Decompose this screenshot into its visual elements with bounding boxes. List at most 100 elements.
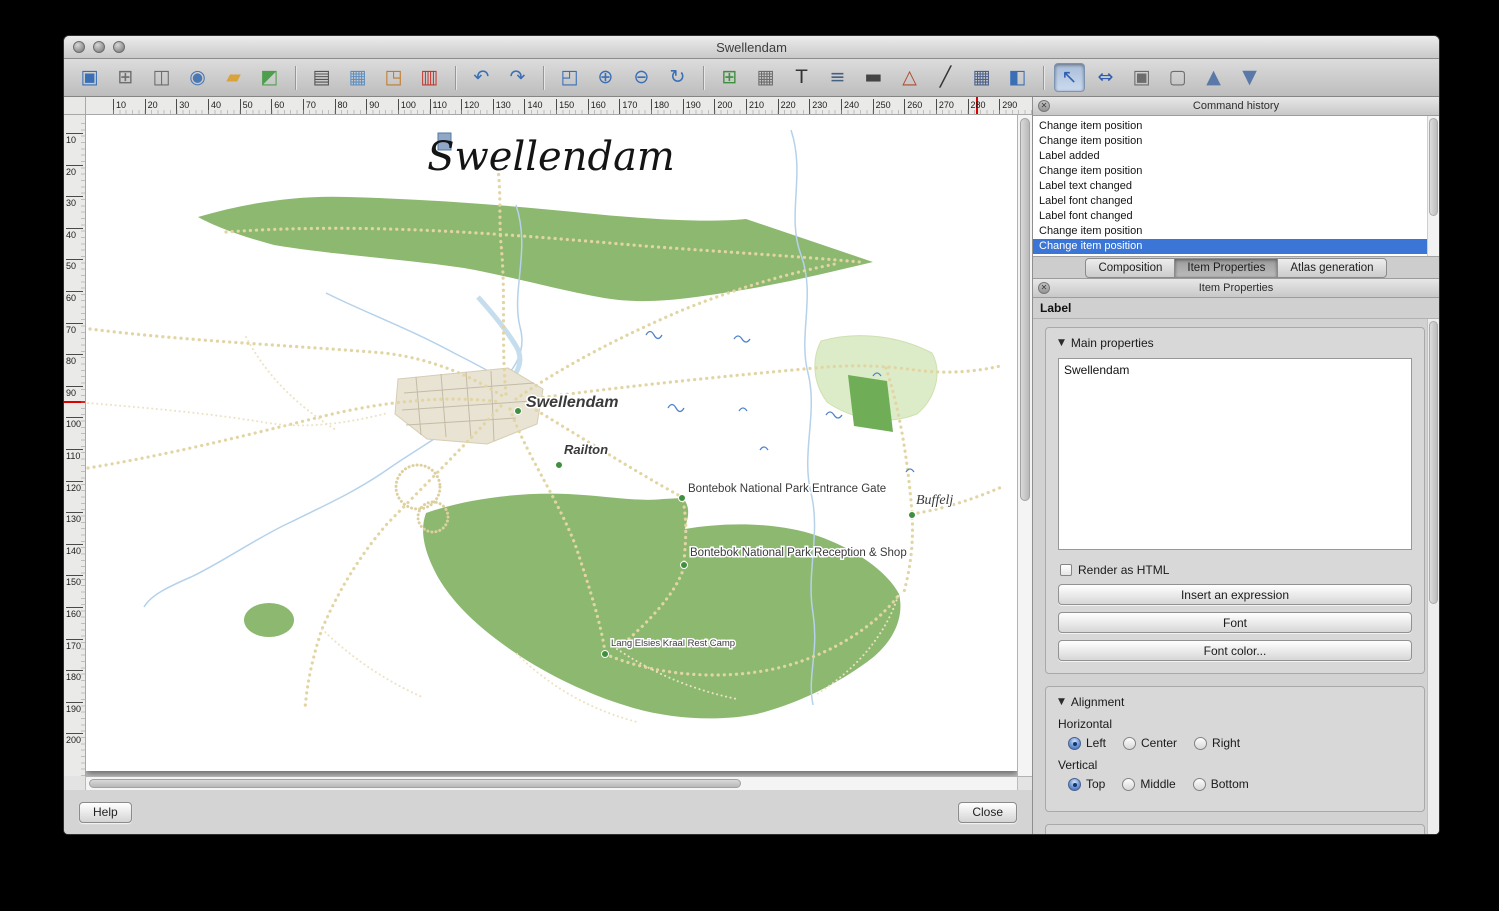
redo-button[interactable]: ↷ (502, 63, 533, 92)
close-button[interactable]: Close (958, 802, 1017, 823)
window-titlebar[interactable]: Swellendam (64, 36, 1439, 59)
move-item-content-button[interactable]: ⇔ (1090, 63, 1121, 92)
font-color-button[interactable]: Font color... (1058, 640, 1412, 661)
radio-top[interactable]: Top (1068, 777, 1105, 791)
properties-scroll-area: ▼ Main properties Swellendam Render as H… (1033, 319, 1439, 834)
panel-close-icon[interactable]: ✕ (1038, 100, 1050, 112)
add-new-legend-button[interactable]: ≡ (822, 63, 853, 92)
history-item[interactable]: Label text changed (1033, 179, 1439, 194)
history-item[interactable]: Label font changed (1033, 194, 1439, 209)
add-basic-shape-button[interactable]: △ (894, 63, 925, 92)
render-as-html-label: Render as HTML (1078, 563, 1169, 577)
add-new-map-button[interactable]: ⊞ (714, 63, 745, 92)
zoom-in-button[interactable]: ⊕ (590, 63, 621, 92)
tab-atlas-generation[interactable]: Atlas generation (1277, 258, 1386, 278)
minimize-window-button[interactable] (93, 41, 105, 53)
zoom-window-button[interactable] (113, 41, 125, 53)
composition-title-label[interactable]: Swellendam (427, 134, 675, 180)
history-item[interactable]: Change item position (1033, 224, 1439, 239)
canvas-vertical-scrollbar[interactable] (1017, 115, 1032, 776)
help-button[interactable]: Help (79, 802, 132, 823)
h-ruler-number: 50 (240, 99, 253, 114)
add-image-button[interactable]: ▦ (750, 63, 781, 92)
refresh-view-button[interactable]: ↻ (662, 63, 693, 92)
label-text-input[interactable]: Swellendam (1058, 358, 1412, 550)
item-type-bar: Label (1033, 298, 1439, 319)
radio-middle[interactable]: Middle (1122, 777, 1175, 791)
history-scrollbar[interactable] (1427, 116, 1439, 256)
history-item[interactable]: Label font changed (1033, 209, 1439, 224)
toolbar-separator (1043, 66, 1044, 90)
radio-right[interactable]: Right (1194, 736, 1240, 750)
history-scrollbar-thumb[interactable] (1429, 118, 1438, 216)
tab-composition[interactable]: Composition (1085, 258, 1175, 278)
close-window-button[interactable] (73, 41, 85, 53)
add-attribute-table-button[interactable]: ▦ (966, 63, 997, 92)
tab-item-properties[interactable]: Item Properties (1174, 258, 1278, 278)
properties-scrollbar[interactable] (1427, 319, 1439, 834)
history-item[interactable]: Change item position (1033, 164, 1439, 179)
group-items-button[interactable]: ▣ (1126, 63, 1157, 92)
radio-bottom[interactable]: Bottom (1193, 777, 1249, 791)
history-item[interactable]: Change item position (1033, 134, 1439, 149)
new-composition-button[interactable]: ⊞ (110, 63, 141, 92)
export-as-svg-button[interactable]: ◳ (378, 63, 409, 92)
zoom-full-extent-button[interactable]: ◰ (554, 63, 585, 92)
undo-button[interactable]: ↶ (466, 63, 497, 92)
composition-manager-button[interactable]: ◉ (182, 63, 213, 92)
radio-center[interactable]: Center (1123, 736, 1177, 750)
font-button[interactable]: Font (1058, 612, 1412, 633)
panel-tabs: CompositionItem PropertiesAtlas generati… (1033, 257, 1439, 279)
add-html-frame-button[interactable]: ◧ (1002, 63, 1033, 92)
properties-scrollbar-thumb[interactable] (1429, 321, 1438, 604)
duplicate-composition-button[interactable]: ◫ (146, 63, 177, 92)
add-html-frame-icon: ◧ (1009, 68, 1027, 87)
save-as-template-button[interactable]: ◩ (254, 63, 285, 92)
export-as-image-button[interactable]: ▦ (342, 63, 373, 92)
history-item[interactable]: Change item position (1033, 119, 1439, 134)
insert-expression-button[interactable]: Insert an expression (1058, 584, 1412, 605)
map-forest-patch (848, 375, 893, 432)
alignment-group-header[interactable]: ▼ Alignment (1058, 695, 1412, 709)
main-properties-group-header[interactable]: ▼ Main properties (1058, 336, 1412, 350)
select-move-item-button[interactable]: ↖ (1054, 63, 1085, 92)
radio-left[interactable]: Left (1068, 736, 1106, 750)
render-as-html-row[interactable]: Render as HTML (1060, 563, 1412, 577)
paper-page[interactable]: Swellendam Railton Bontebok National Par… (86, 115, 1017, 771)
add-new-label-button[interactable]: T (786, 63, 817, 92)
render-as-html-checkbox[interactable] (1060, 564, 1072, 576)
history-item[interactable]: Label added (1033, 149, 1439, 164)
raise-selected-items-button[interactable]: ▲ (1198, 63, 1229, 92)
save-project-button[interactable]: ▣ (74, 63, 105, 92)
history-item[interactable]: Change item position (1033, 239, 1439, 254)
v-ruler-number: 100 (66, 417, 83, 429)
ungroup-items-button[interactable]: ▢ (1162, 63, 1193, 92)
v-ruler-number: 140 (66, 544, 83, 556)
h-ruler-number: 120 (461, 99, 479, 114)
add-arrow-button[interactable]: ╱ (930, 63, 961, 92)
add-image-icon: ▦ (757, 68, 775, 87)
map-item[interactable]: Swellendam Railton Bontebok National Par… (86, 115, 1017, 771)
panel-close-icon[interactable]: ✕ (1038, 282, 1050, 294)
print-button[interactable]: ▤ (306, 63, 337, 92)
lower-selected-items-button[interactable]: ▼ (1234, 63, 1265, 92)
export-as-pdf-button[interactable]: ▥ (414, 63, 445, 92)
command-history-header: ✕ Command history (1033, 97, 1439, 116)
add-new-scalebar-button[interactable]: ▬ (858, 63, 889, 92)
display-group-header[interactable]: ▼ Display (1058, 833, 1412, 834)
raise-selected-items-icon: ▲ (1206, 68, 1221, 87)
open-composition-button[interactable]: ▰ (218, 63, 249, 92)
composition-canvas[interactable]: Swellendam Railton Bontebok National Par… (86, 115, 1017, 776)
canvas-horizontal-scrollbar[interactable] (86, 776, 1017, 790)
v-ruler-number: 170 (66, 639, 83, 651)
group-items-icon: ▣ (1133, 68, 1151, 87)
canvas-row: 1020304050607080901001101201301401501601… (64, 115, 1032, 776)
h-scroll-row (64, 776, 1032, 790)
composer-window: Swellendam ▣⊞◫◉▰◩▤▦◳▥↶↷◰⊕⊖↻⊞▦T≡▬△╱▦◧↖⇔▣▢… (63, 35, 1440, 835)
canvas-horizontal-scrollbar-thumb[interactable] (89, 779, 741, 788)
canvas-vertical-scrollbar-thumb[interactable] (1020, 118, 1030, 501)
h-ruler-number: 290 (999, 99, 1017, 114)
zoom-out-button[interactable]: ⊖ (626, 63, 657, 92)
ungroup-items-icon: ▢ (1169, 68, 1187, 87)
h-ruler-number: 190 (683, 99, 701, 114)
